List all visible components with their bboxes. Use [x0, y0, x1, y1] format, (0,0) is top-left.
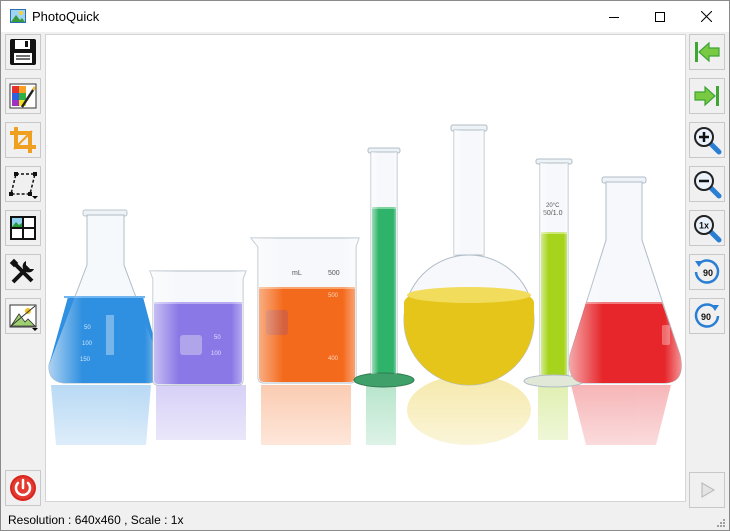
blue-erlenmeyer-flask: 50 100 150: [48, 209, 162, 384]
dropdown-arrow-icon: [32, 328, 38, 331]
next-image-button[interactable]: [689, 78, 725, 114]
yellow-round-flask: [403, 124, 535, 386]
arrow-left-icon: [695, 41, 720, 63]
app-icon: [10, 9, 26, 23]
rotate-right-label: 90: [701, 312, 711, 322]
rotate-right-button[interactable]: 90: [689, 298, 725, 334]
red-erlenmeyer-flask: [568, 176, 682, 384]
zoom-out-icon: [694, 171, 722, 199]
collage-button[interactable]: [5, 210, 41, 246]
play-slideshow-button[interactable]: [689, 472, 725, 508]
zoom-in-icon: [694, 127, 722, 155]
image-effects-button[interactable]: [5, 298, 41, 334]
maximize-button[interactable]: [637, 1, 683, 32]
collage-icon: [10, 216, 36, 240]
orange-beaker: mL 500 500 400: [249, 237, 360, 384]
save-button[interactable]: [5, 34, 41, 70]
minimize-icon: [609, 16, 619, 18]
title-bar: PhotoQuick: [1, 1, 729, 32]
tools-icon: [9, 258, 34, 284]
rotate-left-button[interactable]: 90: [689, 254, 725, 290]
rotate-left-icon: 90: [694, 259, 720, 284]
window-title: PhotoQuick: [32, 9, 100, 24]
landscape-icon: [9, 304, 37, 328]
zoom-1x-label: 1x: [699, 221, 709, 231]
perspective-transform-icon: [9, 172, 37, 196]
original-size-button[interactable]: 1x: [689, 210, 725, 246]
close-button[interactable]: [683, 1, 729, 32]
previous-image-button[interactable]: [689, 34, 725, 70]
arrow-right-icon: [694, 85, 719, 107]
zoom-out-button[interactable]: [689, 166, 725, 202]
rotate-left-label: 90: [703, 268, 713, 278]
purple-beaker: 50 100: [149, 270, 247, 386]
close-icon: [700, 11, 712, 22]
tools-button[interactable]: [5, 254, 41, 290]
crop-button[interactable]: [5, 122, 41, 158]
crop-icon: [10, 127, 36, 153]
rotate-right-icon: 90: [694, 303, 720, 328]
image-canvas[interactable]: 50 100 150 50 100 mL: [45, 34, 686, 502]
dropdown-arrow-icon: [32, 196, 38, 199]
color-palette-icon: [9, 83, 37, 109]
lab-glassware-image: 50 100 150 50 100 mL: [46, 124, 685, 501]
minimize-button[interactable]: [591, 1, 637, 32]
maximize-icon: [655, 11, 665, 22]
power-icon: [10, 475, 36, 501]
save-icon: [10, 39, 36, 65]
left-toolbar: [4, 34, 42, 506]
zoom-1x-icon: 1x: [694, 215, 722, 243]
green-graduated-cylinder: [353, 147, 415, 388]
zoom-in-button[interactable]: [689, 122, 725, 158]
app-window: PhotoQuick 1x 90 90 Resolution: 640x460…: [0, 0, 730, 531]
play-icon: [701, 481, 716, 499]
status-text: Resolution : 640x460 , Scale : 1x: [8, 513, 184, 527]
resize-grip-icon[interactable]: [716, 518, 726, 528]
color-adjust-button[interactable]: [5, 78, 41, 114]
right-toolbar: 1x 90 90: [688, 34, 728, 508]
status-bar: Resolution : 640x460 , Scale : 1x: [1, 510, 729, 530]
quit-button[interactable]: [5, 470, 41, 506]
transform-button[interactable]: [5, 166, 41, 202]
